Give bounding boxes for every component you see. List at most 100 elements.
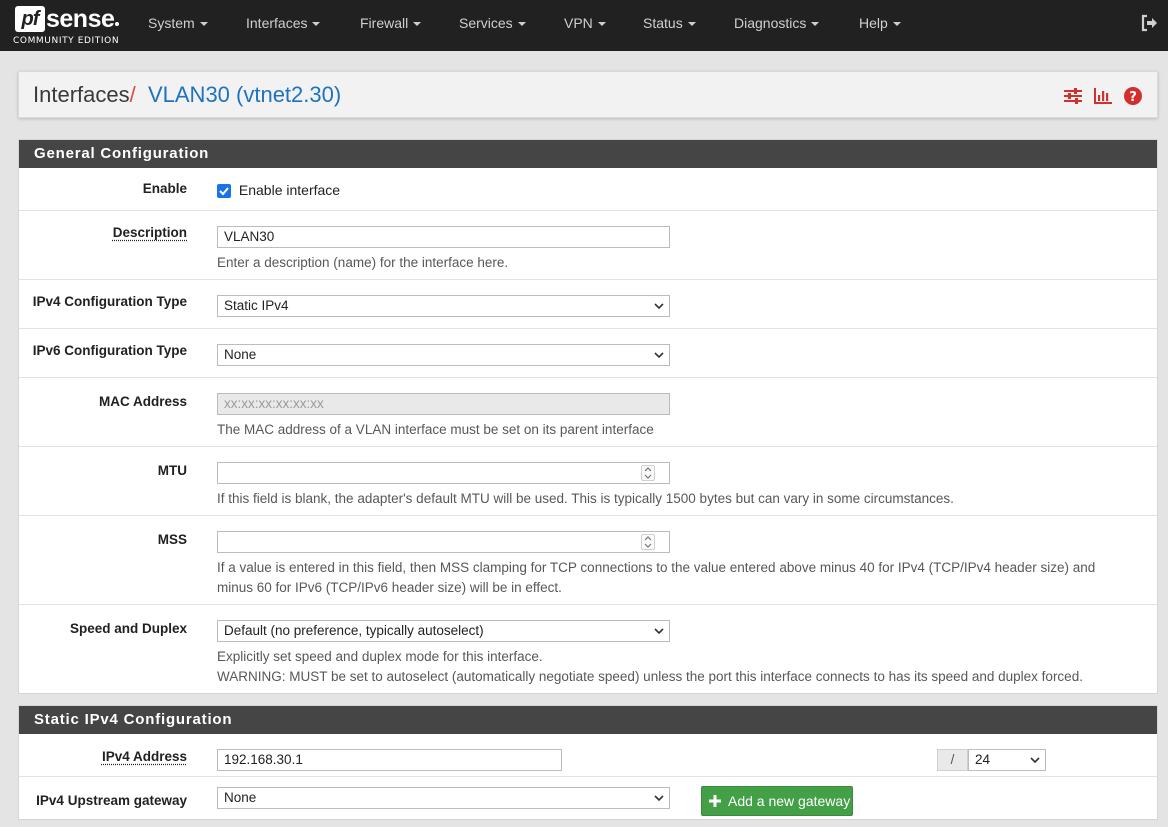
cidr-prefix-select[interactable]: 24 (968, 749, 1046, 771)
mtu-control (217, 462, 670, 484)
caret-down-icon (413, 22, 421, 26)
add-gateway-button[interactable]: Add a new gateway (701, 786, 853, 816)
ipv4-address-input[interactable]: 192.168.30.1 (217, 749, 562, 771)
svg-text:?: ? (1129, 90, 1137, 105)
nav-system-label: System (148, 15, 195, 31)
nav-help[interactable]: Help (859, 0, 901, 46)
sign-out-icon[interactable] (1140, 14, 1158, 32)
form-row-speed-duplex: Speed and Duplex Default (no preference,… (19, 605, 1157, 693)
nav-services[interactable]: Services (459, 0, 526, 46)
ipv6-type-label: IPv6 Configuration Type (33, 343, 187, 358)
top-navbar: pf sense COMMUNITY EDITION System Interf… (0, 0, 1168, 51)
plus-icon (708, 794, 722, 808)
logo-mark: pf (15, 6, 45, 32)
description-label: Description (113, 225, 187, 240)
ipv6-type-value: None (224, 347, 256, 362)
ipv4-type-label: IPv4 Configuration Type (33, 294, 187, 309)
nav-vpn[interactable]: VPN (564, 0, 606, 46)
enable-control: Enable interface (217, 182, 340, 198)
pfsense-logo[interactable]: pf sense COMMUNITY EDITION (12, 4, 122, 46)
ipv4-address-control: 192.168.30.1 (217, 749, 562, 771)
mtu-label: MTU (158, 463, 187, 478)
nav-firewall[interactable]: Firewall (360, 0, 421, 46)
nav-interfaces-label: Interfaces (246, 15, 307, 31)
sliders-icon[interactable] (1063, 86, 1083, 106)
caret-down-icon (688, 22, 696, 26)
ipv4-gateway-value: None (224, 790, 256, 805)
mac-input: xx:xx:xx:xx:xx:xx (217, 393, 670, 415)
logo-wordmark: sense (46, 4, 114, 34)
static-ipv4-panel: Static IPv4 Configuration IPv4 Address 1… (18, 705, 1158, 820)
speed-duplex-help-line1: Explicitly set speed and duplex mode for… (217, 647, 1137, 667)
description-input[interactable]: VLAN30 (217, 226, 670, 248)
chevron-down-icon (1030, 754, 1040, 766)
breadcrumb-current[interactable]: VLAN30 (vtnet2.30) (148, 82, 341, 107)
form-row-mss: MSS If a value is entered in this field,… (19, 516, 1157, 605)
mss-label: MSS (158, 532, 187, 547)
nav-vpn-label: VPN (564, 15, 593, 31)
ipv4-type-value: Static IPv4 (224, 298, 289, 313)
spinner-icon[interactable] (641, 465, 655, 481)
mtu-input[interactable] (217, 462, 670, 484)
nav-interfaces[interactable]: Interfaces (246, 0, 320, 46)
ipv4-gateway-label: IPv4 Upstream gateway (36, 793, 187, 808)
mac-help: The MAC address of a VLAN interface must… (217, 420, 1137, 440)
logo-edition: COMMUNITY EDITION (13, 36, 119, 46)
mss-help: If a value is entered in this field, the… (217, 558, 1137, 598)
mss-input[interactable] (217, 531, 670, 553)
ipv4-gateway-select[interactable]: None (217, 787, 670, 809)
nav-firewall-label: Firewall (360, 15, 408, 31)
enable-checkbox[interactable] (217, 184, 231, 198)
caret-down-icon (598, 22, 606, 26)
caret-down-icon (893, 22, 901, 26)
ipv4-type-select[interactable]: Static IPv4 (217, 295, 670, 317)
add-gateway-label: Add a new gateway (728, 793, 850, 809)
bar-chart-icon[interactable] (1093, 86, 1113, 106)
form-row-description: Description VLAN30 Enter a description (… (19, 211, 1157, 280)
general-configuration-panel: General Configuration Enable Enable inte… (18, 139, 1158, 694)
mtu-help: If this field is blank, the adapter's de… (217, 489, 1137, 509)
ipv4-type-control: Static IPv4 (217, 295, 670, 317)
nav-system[interactable]: System (148, 0, 208, 46)
nav-status-label: Status (643, 15, 683, 31)
description-help: Enter a description (name) for the inter… (217, 253, 1137, 273)
enable-checkbox-label[interactable]: Enable interface (239, 182, 340, 198)
question-circle-icon[interactable]: ? (1123, 86, 1143, 106)
nav-diagnostics-label: Diagnostics (734, 15, 806, 31)
description-control: VLAN30 (217, 226, 670, 248)
form-row-mac: MAC Address xx:xx:xx:xx:xx:xx The MAC ad… (19, 378, 1157, 447)
chevron-down-icon (654, 792, 664, 804)
spinner-icon[interactable] (641, 534, 655, 550)
nav-diagnostics[interactable]: Diagnostics (734, 0, 819, 46)
mss-control (217, 531, 670, 553)
panel-heading: General Configuration (19, 140, 1157, 168)
chevron-down-icon (654, 625, 664, 637)
form-row-ipv4-type: IPv4 Configuration Type Static IPv4 (19, 280, 1157, 329)
breadcrumb-trail: Interfaces/ VLAN30 (vtnet2.30) (33, 82, 341, 108)
breadcrumb: Interfaces/ VLAN30 (vtnet2.30) ? (18, 71, 1158, 118)
chevron-down-icon (654, 349, 664, 361)
form-row-ipv6-type: IPv6 Configuration Type None (19, 329, 1157, 378)
nav-services-label: Services (459, 15, 513, 31)
ipv4-gateway-control: None (217, 787, 670, 809)
speed-duplex-label: Speed and Duplex (70, 621, 187, 636)
nav-help-label: Help (859, 15, 888, 31)
mac-label: MAC Address (99, 394, 187, 409)
breadcrumb-separator: / (130, 82, 136, 107)
form-row-ipv4-gateway: IPv4 Upstream gateway None Add a new gat… (19, 777, 1157, 827)
ipv6-type-control: None (217, 344, 670, 366)
speed-duplex-help-line2: WARNING: MUST be set to autoselect (auto… (217, 667, 1137, 687)
ipv6-type-select[interactable]: None (217, 344, 670, 366)
speed-duplex-value: Default (no preference, typically autose… (224, 623, 484, 638)
chevron-down-icon (654, 300, 664, 312)
breadcrumb-root[interactable]: Interfaces (33, 82, 130, 107)
enable-label: Enable (143, 181, 187, 196)
cidr-prefix-value: 24 (975, 752, 990, 767)
speed-duplex-select[interactable]: Default (no preference, typically autose… (217, 620, 670, 642)
panel-heading: Static IPv4 Configuration (19, 706, 1157, 734)
caret-down-icon (200, 22, 208, 26)
ipv4-address-label: IPv4 Address (102, 749, 187, 764)
form-row-enable: Enable Enable interface (19, 168, 1157, 211)
form-row-mtu: MTU If this field is blank, the adapter'… (19, 447, 1157, 516)
nav-status[interactable]: Status (643, 0, 696, 46)
